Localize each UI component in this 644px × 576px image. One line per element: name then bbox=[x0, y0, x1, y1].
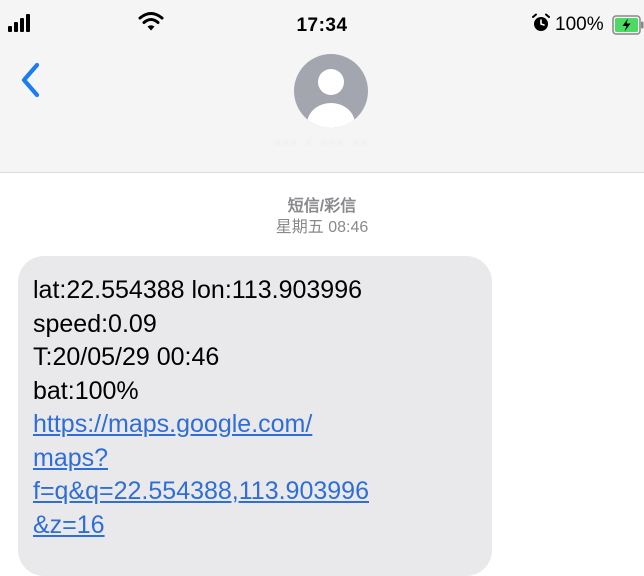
message-line-lat-lon: lat:22.554388 lon:113.903996 bbox=[33, 276, 363, 304]
map-link-line-3[interactable]: f=q&q=22.554388,113.903996 bbox=[33, 475, 478, 509]
message-meta: 短信/彩信 星期五 08:46 bbox=[0, 196, 644, 238]
chevron-left-icon bbox=[21, 62, 40, 98]
contact-avatar[interactable] bbox=[294, 54, 368, 128]
map-link-line-1[interactable]: https://maps.google.com/ bbox=[33, 408, 478, 442]
alarm-icon bbox=[532, 13, 550, 31]
message-line-time: T:20/05/29 00:46 bbox=[33, 343, 220, 371]
message-line-speed: speed:0.09 bbox=[33, 309, 157, 338]
service-label: 短信/彩信 bbox=[287, 198, 357, 215]
map-link-line-4[interactable]: &z=16 bbox=[33, 509, 478, 543]
message-date: 星期五 08:46 bbox=[275, 219, 369, 236]
battery-percent: 100% bbox=[555, 14, 604, 35]
message-bubble[interactable]: lat:22.554388 lon:113.903996 speed:0.09 … bbox=[18, 256, 492, 576]
conversation-header: 17:34 100% ··· · ··· ·· bbox=[0, 0, 644, 173]
back-button[interactable] bbox=[18, 60, 48, 100]
map-link-line-2[interactable]: maps? bbox=[33, 442, 478, 476]
battery-charging-icon bbox=[612, 15, 644, 35]
message-line-battery: bat:100% bbox=[33, 376, 139, 405]
status-bar: 17:34 100% bbox=[0, 0, 644, 48]
contact-name[interactable]: ··· · ··· ·· bbox=[0, 134, 644, 151]
